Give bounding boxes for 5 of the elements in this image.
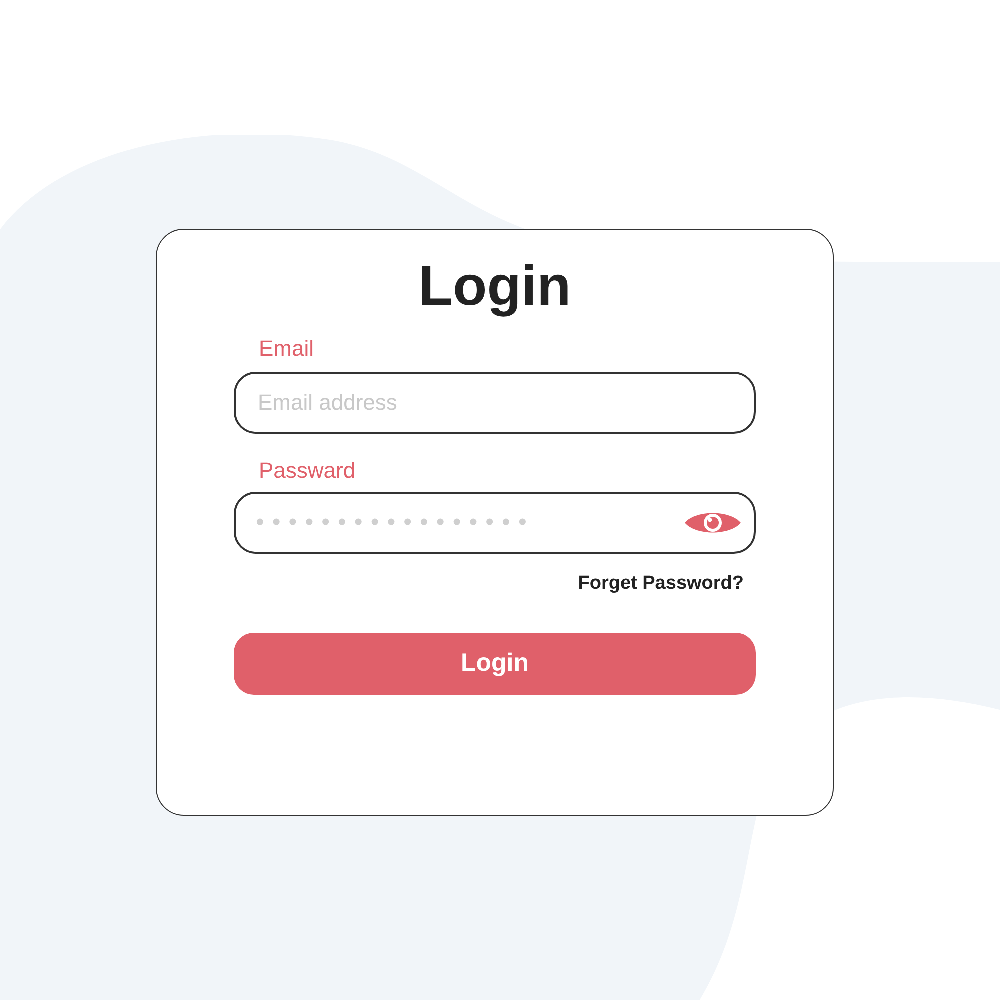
- email-label: Email: [259, 335, 316, 363]
- login-title: Login: [418, 253, 572, 319]
- login-button[interactable]: Login: [234, 632, 756, 694]
- forgot-password-link[interactable]: Forget Password?: [578, 570, 744, 598]
- password-label: Passward: [259, 457, 357, 485]
